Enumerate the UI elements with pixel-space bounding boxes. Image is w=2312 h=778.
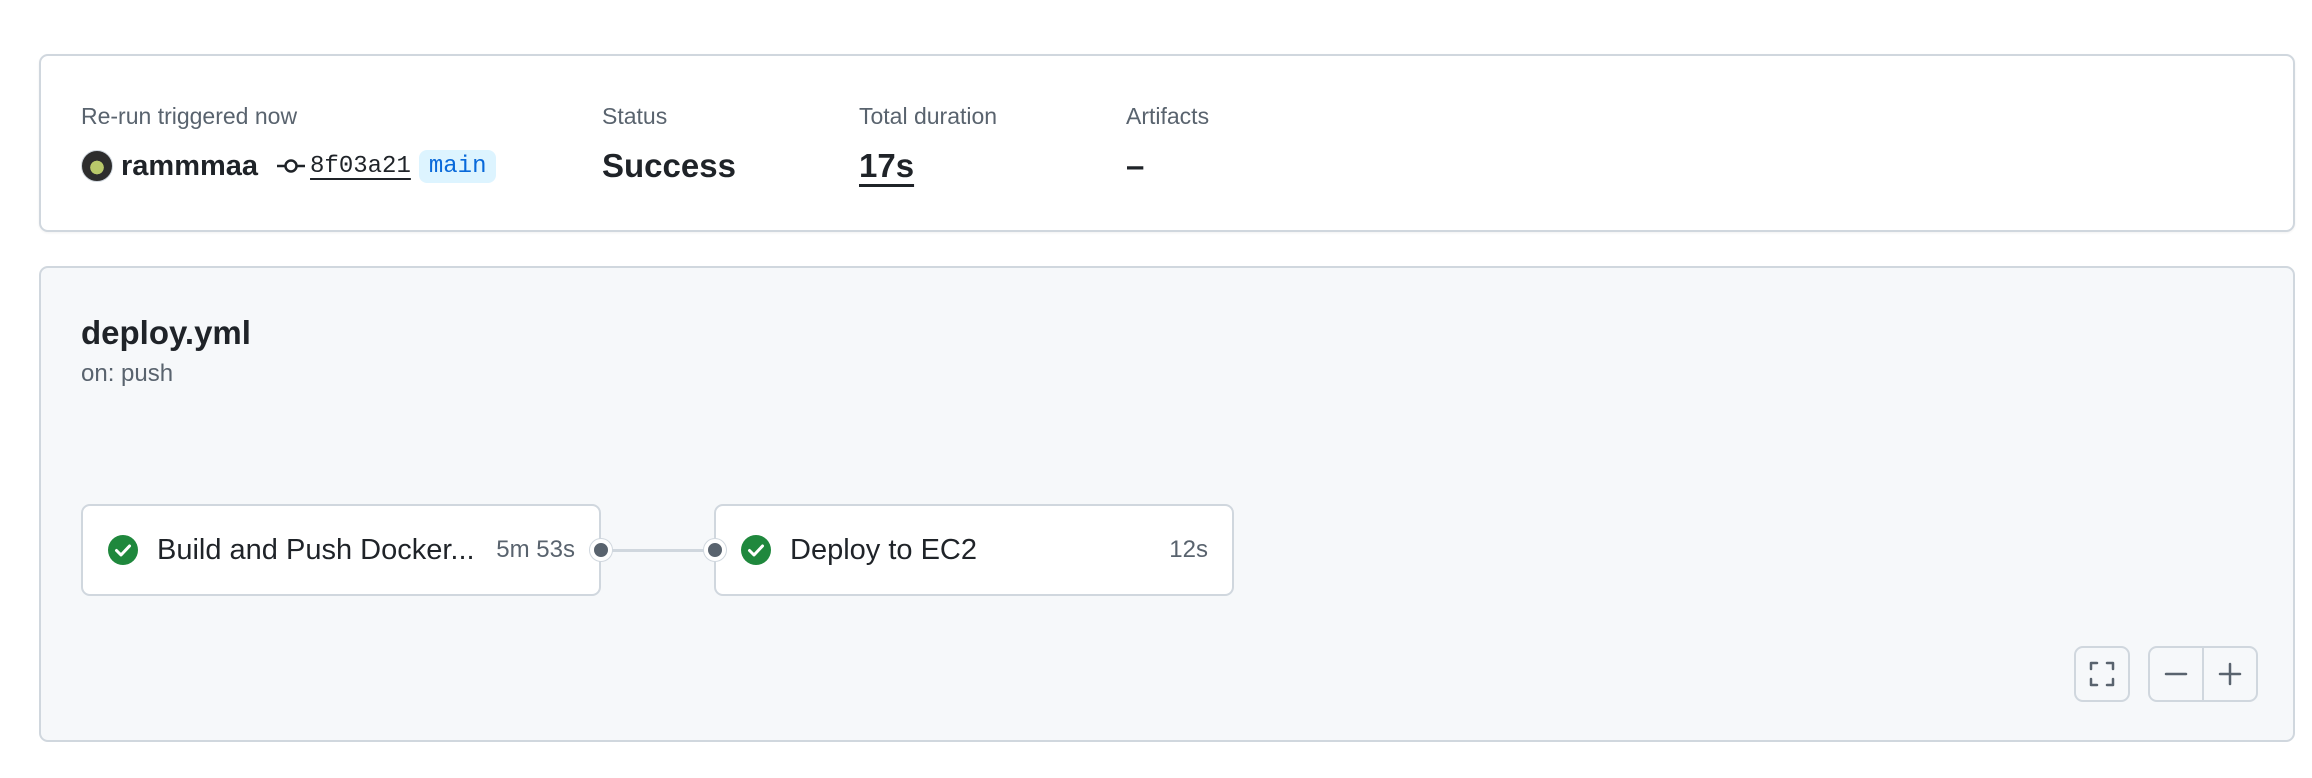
zoom-in-button[interactable] — [2202, 646, 2258, 702]
commit-sha-link[interactable]: 8f03a21 — [310, 153, 411, 180]
workflow-trigger: on: push — [81, 360, 174, 387]
check-circle-icon — [741, 535, 771, 565]
trigger-label: Re-run triggered now — [81, 103, 298, 129]
artifacts-value: – — [1126, 147, 1145, 184]
status-value: Success — [602, 147, 736, 184]
actor-link[interactable]: rammmaa — [121, 150, 258, 183]
job-card-build[interactable]: Build and Push Docker... 5m 53s — [81, 504, 601, 596]
workflow-graph-panel: deploy.yml on: push Build and Push Docke… — [39, 266, 2295, 742]
fullscreen-icon — [2089, 661, 2115, 687]
status-value-row: Success — [602, 146, 736, 186]
trigger-section: Re-run triggered now rammmaa 8f03a21 mai… — [81, 102, 497, 186]
run-summary-card: Re-run triggered now rammmaa 8f03a21 mai… — [39, 54, 2295, 232]
duration-value-row: 17s — [859, 146, 997, 186]
job-output-node — [590, 539, 612, 561]
job-duration: 12s — [1169, 536, 1208, 563]
job-input-node — [704, 539, 726, 561]
status-label: Status — [602, 103, 668, 129]
git-commit-icon — [277, 159, 306, 173]
job-name: Deploy to EC2 — [790, 533, 977, 566]
minus-icon — [2164, 672, 2188, 676]
trigger-details: rammmaa 8f03a21 main — [81, 146, 497, 186]
workflow-file-title[interactable]: deploy.yml — [81, 314, 251, 352]
job-connector-line — [600, 549, 714, 552]
duration-label: Total duration — [859, 103, 998, 129]
plus-icon — [2218, 662, 2242, 686]
job-card-deploy[interactable]: Deploy to EC2 12s — [714, 504, 1234, 596]
artifacts-value-row: – — [1126, 146, 1209, 186]
artifacts-section: Artifacts – — [1126, 102, 1209, 186]
branch-badge[interactable]: main — [418, 149, 497, 183]
duration-link[interactable]: 17s — [859, 147, 914, 185]
avatar[interactable] — [81, 150, 113, 182]
duration-section: Total duration 17s — [859, 102, 997, 186]
job-duration: 5m 53s — [496, 536, 575, 563]
job-name: Build and Push Docker... — [157, 533, 475, 566]
artifacts-label: Artifacts — [1126, 103, 1210, 129]
check-circle-icon — [108, 535, 138, 565]
status-section: Status Success — [602, 102, 736, 186]
zoom-out-button[interactable] — [2148, 646, 2204, 702]
fullscreen-button[interactable] — [2074, 646, 2130, 702]
